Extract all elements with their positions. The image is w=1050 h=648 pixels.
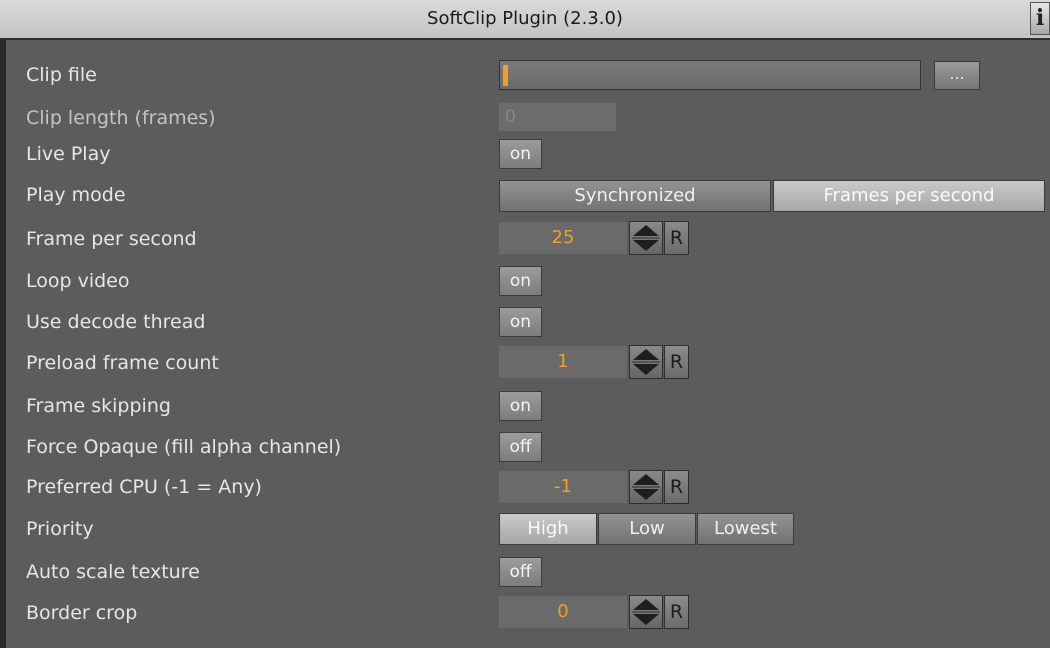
frame-skipping-toggle[interactable]: on (499, 391, 542, 421)
live-play-label: Live Play (26, 143, 111, 165)
text-caret (503, 65, 508, 86)
fps-reset-button[interactable]: R (664, 221, 689, 255)
decode-thread-toggle[interactable]: on (499, 307, 542, 337)
auto-scale-label: Auto scale texture (26, 561, 200, 583)
border-crop-label: Border crop (26, 602, 138, 624)
preload-spinner-icon[interactable] (629, 345, 663, 379)
frame-skipping-label: Frame skipping (26, 395, 171, 417)
clip-file-input[interactable] (499, 60, 921, 90)
preload-label: Preload frame count (26, 352, 219, 374)
decode-thread-label: Use decode thread (26, 311, 206, 333)
auto-scale-toggle[interactable]: off (499, 557, 542, 587)
preferred-cpu-reset-button[interactable]: R (664, 470, 689, 504)
play-mode-frames-per-second[interactable]: Frames per second (773, 180, 1045, 212)
fps-value[interactable]: 25 (499, 222, 627, 254)
preferred-cpu-spinner-icon[interactable] (629, 470, 663, 504)
clip-length-field: 0 (499, 103, 616, 131)
border-crop-reset-button[interactable]: R (664, 595, 689, 629)
browse-button[interactable]: ... (934, 61, 980, 90)
priority-low[interactable]: Low (598, 513, 696, 545)
priority-label: Priority (26, 518, 94, 540)
title-bar: SoftClip Plugin (2.3.0) i (0, 0, 1050, 40)
live-play-toggle[interactable]: on (499, 139, 542, 169)
border-crop-value[interactable]: 0 (499, 596, 627, 628)
play-mode-label: Play mode (26, 184, 126, 206)
loop-video-label: Loop video (26, 270, 130, 292)
preferred-cpu-value[interactable]: -1 (499, 471, 627, 503)
priority-lowest[interactable]: Lowest (697, 513, 794, 545)
force-opaque-toggle[interactable]: off (499, 432, 542, 462)
preload-value[interactable]: 1 (499, 346, 627, 378)
fps-label: Frame per second (26, 228, 197, 250)
preload-reset-button[interactable]: R (664, 345, 689, 379)
play-mode-synchronized[interactable]: Synchronized (499, 180, 771, 212)
info-icon[interactable]: i (1030, 2, 1050, 35)
preferred-cpu-label: Preferred CPU (-1 = Any) (26, 476, 262, 498)
fps-spinner-icon[interactable] (629, 221, 663, 255)
priority-high[interactable]: High (499, 513, 597, 545)
border-crop-spinner-icon[interactable] (629, 595, 663, 629)
loop-video-toggle[interactable]: on (499, 266, 542, 296)
clip-file-label: Clip file (26, 64, 97, 86)
clip-length-label: Clip length (frames) (26, 107, 216, 129)
force-opaque-label: Force Opaque (fill alpha channel) (26, 436, 342, 458)
window-title: SoftClip Plugin (2.3.0) (427, 8, 623, 29)
